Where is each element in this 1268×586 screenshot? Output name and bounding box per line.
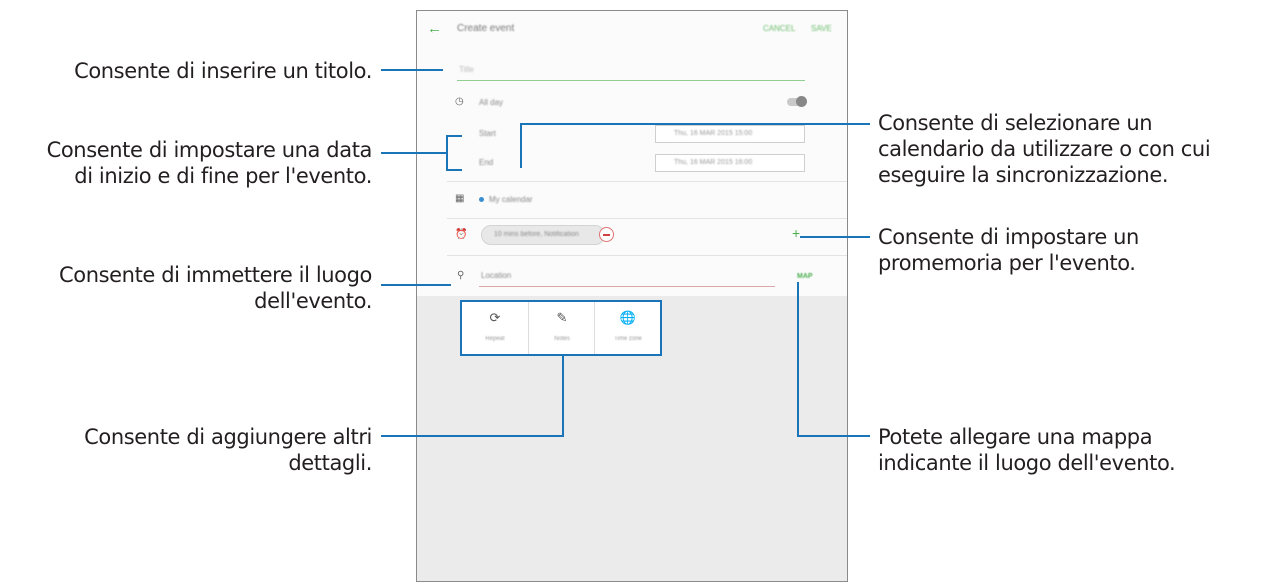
annotation-calendar-line2: calendario da utilizzare o con cui — [878, 137, 1211, 161]
annotation-title-text: Consente di inserire un titolo. — [74, 59, 372, 83]
leader-map — [797, 282, 870, 437]
leader-calendar — [520, 123, 870, 168]
annotation-location: Consente di immettere il luogo dell'even… — [0, 262, 372, 314]
annotation-location-line1: Consente di immettere il luogo — [59, 263, 372, 287]
annotation-dates-line2: di inizio e di fine per l'evento. — [74, 164, 372, 188]
annotation-map-line1: Potete allegare una mappa — [878, 425, 1153, 449]
annotation-reminder: Consente di impostare un promemoria per … — [878, 224, 1139, 276]
annotation-calendar: Consente di selezionare un calendario da… — [878, 110, 1211, 188]
annotation-details-line1: Consente di aggiungere altri — [84, 425, 372, 449]
annotation-map-line2: indicante il luogo dell'evento. — [878, 451, 1176, 475]
annotation-dates-line1: Consente di impostare una data — [46, 138, 373, 162]
annotation-calendar-line3: eseguire la sincronizzazione. — [878, 163, 1169, 187]
leader-dates-bracket — [446, 135, 462, 171]
leader-details — [381, 356, 564, 437]
annotation-reminder-line1: Consente di impostare un — [878, 225, 1139, 249]
annotation-title: Consente di inserire un titolo. — [0, 58, 372, 84]
annotation-location-line2: dell'evento. — [254, 289, 372, 313]
annotation-calendar-line1: Consente di selezionare un — [878, 111, 1153, 135]
annotation-details: Consente di aggiungere altri dettagli. — [0, 424, 372, 476]
annotation-details-line2: dettagli. — [288, 451, 372, 475]
annotation-reminder-line2: promemoria per l'evento. — [878, 251, 1136, 275]
annotation-map: Potete allegare una mappa indicante il l… — [878, 424, 1176, 476]
annotation-dates: Consente di impostare una data di inizio… — [0, 137, 373, 189]
